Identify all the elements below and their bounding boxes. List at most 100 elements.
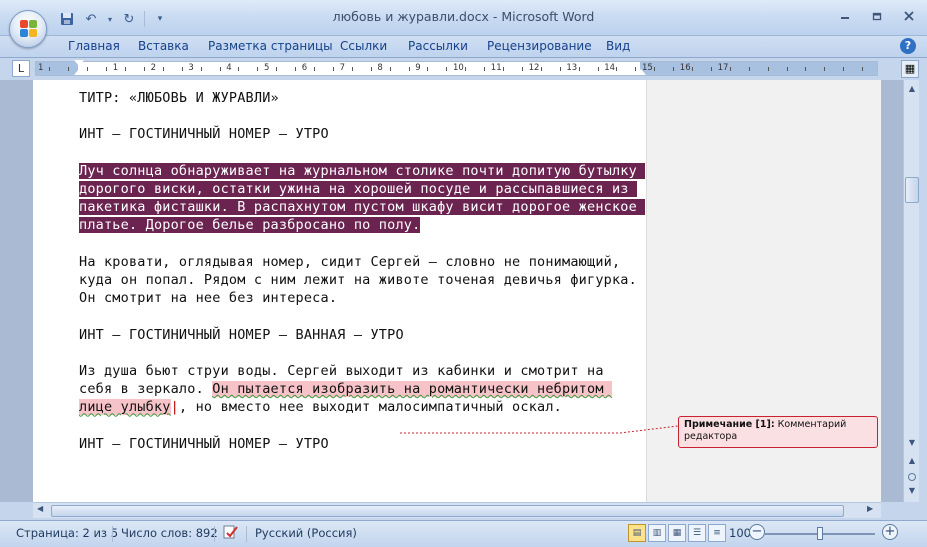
tab-page-layout[interactable]: Разметка страницы [208,39,333,53]
selected-text[interactable]: Луч солнца обнаруживает на журнальном ст… [79,162,646,234]
paragraph-title[interactable]: ТИТР: «ЛЮБОВЬ И ЖУРАВЛИ» [79,89,639,107]
scroll-left-icon[interactable]: ◀ [37,504,43,513]
tab-references[interactable]: Ссылки [340,39,387,53]
ruler-tick [219,67,221,71]
tab-review[interactable]: Рецензирование [487,39,592,53]
document-page[interactable]: ТИТР: «ЛЮБОВЬ И ЖУРАВЛИ» ИНТ – ГОСТИНИЧН… [33,80,646,502]
office-button[interactable] [9,10,47,48]
ruler-number: 4 [226,63,232,73]
window-title: любовь и журавли.docx - Microsoft Word [332,9,595,24]
ruler-tick [484,67,486,71]
ruler-tick [578,67,580,71]
ruler-tick [332,67,334,71]
zoom-out-icon[interactable]: − [749,524,765,540]
paragraph-scene-heading-3[interactable]: ИНТ – ГОСТИНИЧНЫЙ НОМЕР – УТРО [79,435,639,453]
language-indicator[interactable]: Русский (Россия) [255,526,357,540]
ruler-tick [559,67,561,71]
ruler-tick [351,67,353,71]
scroll-down-icon[interactable]: ▼ [906,436,918,450]
paragraph-bathroom-end: , но вместо нее выходит малосимпатичный … [178,399,563,416]
ruler-tick [729,67,731,71]
office-logo-icon [20,20,38,38]
right-indent-marker[interactable] [636,69,646,75]
ruler-tick [446,67,448,71]
page-indicator[interactable]: Страница: 2 из 5 [16,526,118,540]
paragraph-scene-heading-1[interactable]: ИНТ – ГОСТИНИЧНЫЙ НОМЕР – УТРО [79,125,639,143]
zoom-in-icon[interactable]: + [882,524,898,540]
paragraph-selected[interactable]: Луч солнца обнаруживает на журнальном ст… [79,162,646,235]
minimize-icon[interactable] [833,6,857,26]
ruler-tick [276,67,278,71]
ruler-tick [465,67,467,71]
ruler-number: 2 [150,63,157,73]
ruler-tick [370,67,372,71]
ruler-number: 10 [453,63,464,73]
restore-icon[interactable] [865,6,889,26]
ruler-tick [162,67,164,71]
ruler-tick [295,67,297,71]
paragraph-bedroom[interactable]: На кровати, оглядывая номер, сидит Серге… [79,253,639,308]
tab-mailings[interactable]: Рассылки [408,39,468,53]
full-screen-reading-icon[interactable]: ▥ [648,524,666,542]
ruler-tick [805,67,807,71]
paragraph-bathroom[interactable]: Из душа бьют струи воды. Сергей выходит … [79,362,639,417]
ruler-tick [389,67,391,71]
print-layout-icon[interactable]: ▤ [628,524,646,542]
vertical-scroll-thumb[interactable] [905,177,919,203]
tab-selector-button[interactable]: L [12,60,30,77]
web-layout-icon[interactable]: ▦ [668,524,686,542]
next-page-icon[interactable]: ▼ [906,484,918,498]
ruler-number: 3 [188,63,194,73]
ruler-tick [786,67,788,71]
ruler-tick [767,67,769,71]
ruler-tick [824,67,826,71]
proofing-icon[interactable] [222,524,240,543]
help-icon[interactable]: ? [900,38,916,54]
word-count[interactable]: Число слов: 892 [121,526,218,540]
ruler-number: 11 [490,63,502,73]
ruler-number: 12 [528,63,540,73]
tab-home[interactable]: Главная [68,39,120,53]
ruler-number: 8 [377,63,383,73]
paragraph-scene-heading-2[interactable]: ИНТ – ГОСТИНИЧНЫЙ НОМЕР – ВАННАЯ – УТРО [79,326,639,344]
vertical-scrollbar[interactable]: ▲ ▼ ▲ ▼ [903,80,919,502]
comment-balloon[interactable]: Примечание [1]: Комментарий редактора [678,416,878,448]
ruler-number: 9 [415,63,421,73]
tab-insert[interactable]: Вставка [138,39,189,53]
draft-icon[interactable]: ≡ [708,524,726,542]
close-icon[interactable] [897,6,921,26]
zoom-slider[interactable] [765,527,875,540]
view-buttons: ▤ ▥ ▦ ☰ ≡ [628,524,726,542]
ruler-number: 1 [112,63,119,73]
previous-page-icon[interactable]: ▲ [906,454,918,468]
ruler-tick [125,67,127,71]
hanging-indent-marker[interactable] [74,69,84,75]
ruler-tick [597,67,599,71]
ruler-tick [748,67,750,71]
ruler-row: L 1 1 2 3 4 5 6 7 8 9 10 11 12 13 14 15 16 17 ▦ [0,58,927,80]
ruler-tick [87,67,89,71]
horizontal-scrollbar[interactable]: ◀ ▶ [33,502,881,518]
ruler-tick [540,67,542,71]
tab-view[interactable]: Вид [606,39,630,53]
ruler-number: 6 [301,63,308,73]
select-browse-object-icon[interactable] [908,473,916,481]
view-ruler-icon[interactable]: ▦ [901,60,919,78]
ruler-tick [654,67,656,71]
ruler-number: 13 [566,63,578,73]
ruler-number: 14 [604,63,616,73]
document-text[interactable]: ТИТР: «ЛЮБОВЬ И ЖУРАВЛИ» ИНТ – ГОСТИНИЧН… [79,89,646,471]
horizontal-ruler[interactable]: 1 1 2 3 4 5 6 7 8 9 10 11 12 13 14 15 16 17 [35,60,878,76]
first-line-indent-marker[interactable] [74,60,84,66]
outline-icon[interactable]: ☰ [688,524,706,542]
scroll-up-icon[interactable]: ▲ [906,82,918,96]
ruler-tick [616,67,618,71]
horizontal-scroll-thumb[interactable] [51,505,844,517]
zoom-slider-handle[interactable] [817,527,823,540]
status-separator [214,526,215,542]
ruler-tick [181,67,183,71]
scroll-right-icon[interactable]: ▶ [867,504,873,513]
ruler-tick [408,67,410,71]
ruler-tick [49,67,51,71]
ruler-tick [503,67,505,71]
